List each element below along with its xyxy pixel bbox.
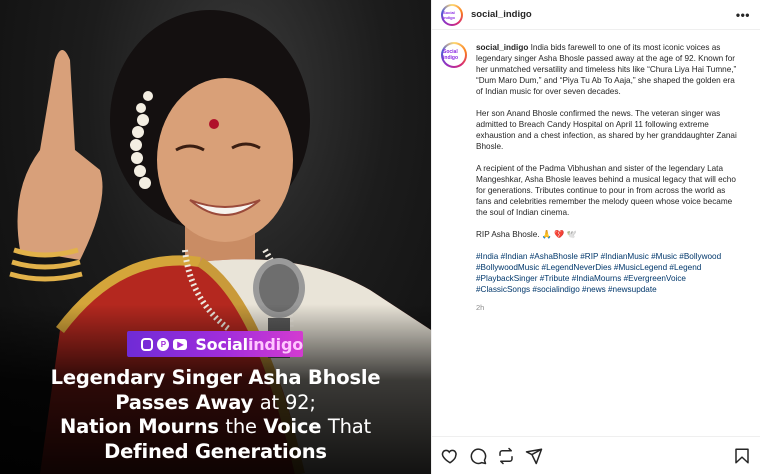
caption-hashtags[interactable]: #India #Indian #AshaBhosle #RIP #IndianM… bbox=[476, 251, 741, 295]
post-dialog: P ▶ Socialindigo Legendary Singer Asha B… bbox=[0, 0, 760, 474]
bookmark-icon[interactable] bbox=[733, 447, 751, 465]
caption-paragraph-4: RIP Asha Bhosle. 🙏 💔 🕊️ bbox=[476, 230, 577, 239]
caption-paragraph-1: social_indigo India bids farewell to one… bbox=[476, 42, 741, 97]
header-username[interactable]: social_indigo bbox=[471, 9, 736, 20]
caption-text: social_indigo India bids farewell to one… bbox=[476, 42, 741, 313]
pinterest-icon: P bbox=[157, 337, 170, 351]
share-icon[interactable] bbox=[525, 447, 543, 465]
post-side-panel: Social indigo social_indigo ••• Social i… bbox=[431, 0, 760, 474]
youtube-icon: ▶ bbox=[173, 338, 188, 350]
heart-icon[interactable] bbox=[441, 447, 459, 465]
headline-line-1: Legendary Singer Asha Bhosle bbox=[50, 366, 381, 389]
brand-badge: P ▶ Socialindigo bbox=[127, 331, 303, 357]
post-caption: Social indigo social_indigo India bids f… bbox=[441, 42, 750, 313]
headline-line-3-bold-2: Voice bbox=[263, 415, 322, 438]
image-headline: Legendary Singer Asha Bhosle Passes Away… bbox=[0, 366, 431, 464]
brand-name-suffix: indigo bbox=[247, 334, 303, 354]
post-header: Social indigo social_indigo ••• bbox=[432, 0, 760, 30]
headline-line-3-light-2: That bbox=[327, 415, 371, 438]
avatar-logo-text: Social indigo bbox=[443, 5, 461, 24]
headline-line-3-bold-1: Nation Mourns bbox=[60, 415, 219, 438]
brand-name: Socialindigo bbox=[195, 335, 303, 354]
post-image[interactable]: P ▶ Socialindigo Legendary Singer Asha B… bbox=[0, 0, 431, 474]
brand-name-prefix: Social bbox=[195, 334, 248, 354]
avatar[interactable]: Social indigo bbox=[441, 3, 463, 26]
headline-line-2: Passes Away at 92; bbox=[0, 391, 431, 416]
comment-icon[interactable] bbox=[469, 447, 487, 465]
more-icon[interactable]: ••• bbox=[736, 8, 750, 22]
caption-avatar[interactable]: Social indigo bbox=[441, 42, 467, 68]
caption-paragraph-2: Her son Anand Bhosle confirmed the news.… bbox=[476, 109, 737, 151]
headline-line-4: Defined Generations bbox=[104, 439, 327, 463]
headline-line-3-light-1: the bbox=[225, 415, 257, 438]
headline-line-3: Nation Mourns the Voice That bbox=[0, 415, 431, 440]
headline-line-2-light: at 92; bbox=[259, 390, 316, 414]
repost-icon[interactable] bbox=[497, 447, 515, 465]
post-timestamp[interactable]: 2h bbox=[476, 302, 741, 313]
instagram-icon bbox=[141, 337, 154, 351]
headline-line-2-bold: Passes Away bbox=[115, 390, 254, 414]
caption-paragraph-3: A recipient of the Padma Vibhushan and s… bbox=[476, 164, 736, 217]
caption-username[interactable]: social_indigo bbox=[476, 43, 528, 52]
action-bar bbox=[432, 436, 760, 474]
caption-avatar-logo-text: Social indigo bbox=[443, 44, 465, 66]
